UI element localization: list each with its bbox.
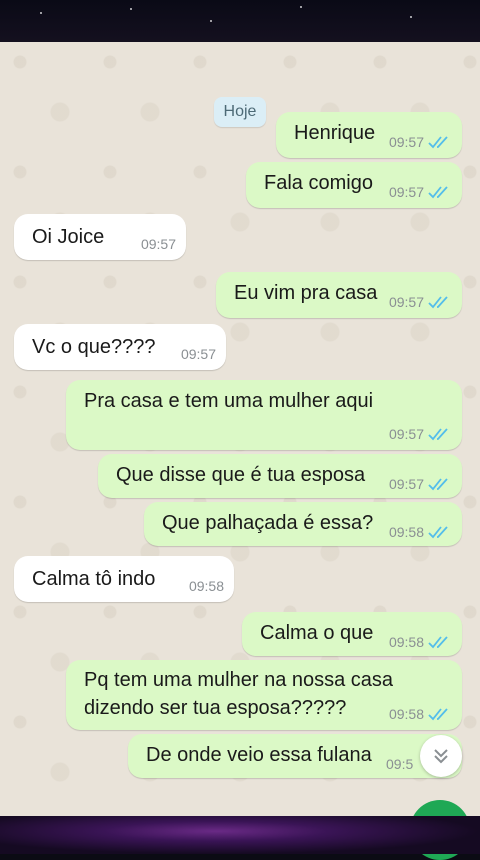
message-text: Calma o que (260, 622, 374, 644)
star (300, 6, 302, 8)
chevron-double-down-icon (434, 749, 448, 764)
message-outgoing[interactable]: Eu vim pra casa 09:57 (216, 272, 462, 318)
message-meta: 09:58 (189, 578, 224, 594)
message-outgoing[interactable]: Pra casa e tem uma mulher aqui 09:57 (66, 380, 462, 450)
message-outgoing[interactable]: Que palhaçada é essa? 09:58 (144, 502, 462, 546)
star (410, 16, 412, 18)
message-time: 09:58 (388, 706, 424, 722)
message-meta: 09:57 (389, 426, 452, 442)
message-meta: 09:5 (386, 756, 413, 772)
message-time: 09:57 (388, 426, 424, 442)
message-meta: 09:58 (389, 706, 452, 722)
message-text: Fala comigo (264, 172, 373, 194)
message-outgoing[interactable]: De onde veio essa fulana 09:5 (128, 734, 462, 778)
message-text: Oi Joice (32, 226, 105, 248)
message-time: 09:58 (388, 524, 424, 540)
double-check-icon (428, 526, 448, 539)
message-outgoing[interactable]: Calma o que 09:58 (242, 612, 462, 656)
message-text: Vc o que???? (32, 336, 156, 358)
message-text: De onde veio essa fulana (146, 744, 372, 766)
scroll-to-bottom-button[interactable] (420, 735, 462, 777)
message-meta: 09:57 (389, 476, 452, 492)
message-incoming[interactable]: Vc o que???? 09:57 (14, 324, 226, 370)
double-check-icon (428, 136, 448, 149)
message-text: Henrique (294, 122, 376, 144)
background-space-bottom (0, 816, 480, 854)
message-meta: 09:57 (389, 134, 452, 150)
message-text: Pra casa e tem uma mulher aqui (84, 390, 374, 412)
message-meta: 09:58 (389, 634, 452, 650)
double-check-icon (428, 478, 448, 491)
message-time: 09:57 (388, 184, 424, 200)
message-outgoing[interactable]: Fala comigo 09:57 (246, 162, 462, 208)
message-time: 09:57 (180, 346, 216, 362)
chat-area[interactable]: Hoje Henrique 09:57 Fala comigo 09:57 Oi… (0, 42, 480, 816)
message-time: 09:57 (388, 134, 424, 150)
message-incoming[interactable]: Oi Joice 09:57 (14, 214, 186, 260)
date-divider: Hoje (214, 97, 266, 127)
star (40, 12, 42, 14)
message-time: 09:57 (388, 294, 424, 310)
message-text: Eu vim pra casa (234, 282, 378, 304)
double-check-icon (428, 186, 448, 199)
message-text: Pq tem uma mulher na nossa casa dizendo … (84, 669, 394, 719)
star (130, 8, 132, 10)
message-text: Que disse que é tua esposa (116, 464, 366, 486)
message-meta: 09:57 (389, 294, 452, 310)
message-time: 09:58 (188, 578, 224, 594)
double-check-icon (428, 428, 448, 441)
message-text: Calma tô indo (32, 568, 156, 590)
double-check-icon (428, 296, 448, 309)
message-time: 09:57 (140, 236, 176, 252)
message-text: Que palhaçada é essa? (162, 512, 374, 534)
message-meta: 09:57 (141, 236, 176, 252)
background-space-top (0, 0, 480, 42)
message-outgoing[interactable]: Que disse que é tua esposa 09:57 (98, 454, 462, 498)
message-outgoing[interactable]: Pq tem uma mulher na nossa casa dizendo … (66, 660, 462, 730)
double-check-icon (428, 708, 448, 721)
message-time: 09:57 (388, 476, 424, 492)
message-incoming[interactable]: Calma tô indo 09:58 (14, 556, 234, 602)
message-meta: 09:57 (181, 346, 216, 362)
double-check-icon (428, 636, 448, 649)
message-meta: 09:58 (389, 524, 452, 540)
message-meta: 09:57 (389, 184, 452, 200)
message-outgoing[interactable]: Henrique 09:57 (276, 112, 462, 158)
star (210, 20, 212, 22)
message-time: 09:58 (388, 634, 424, 650)
message-time: 09:5 (386, 756, 414, 772)
